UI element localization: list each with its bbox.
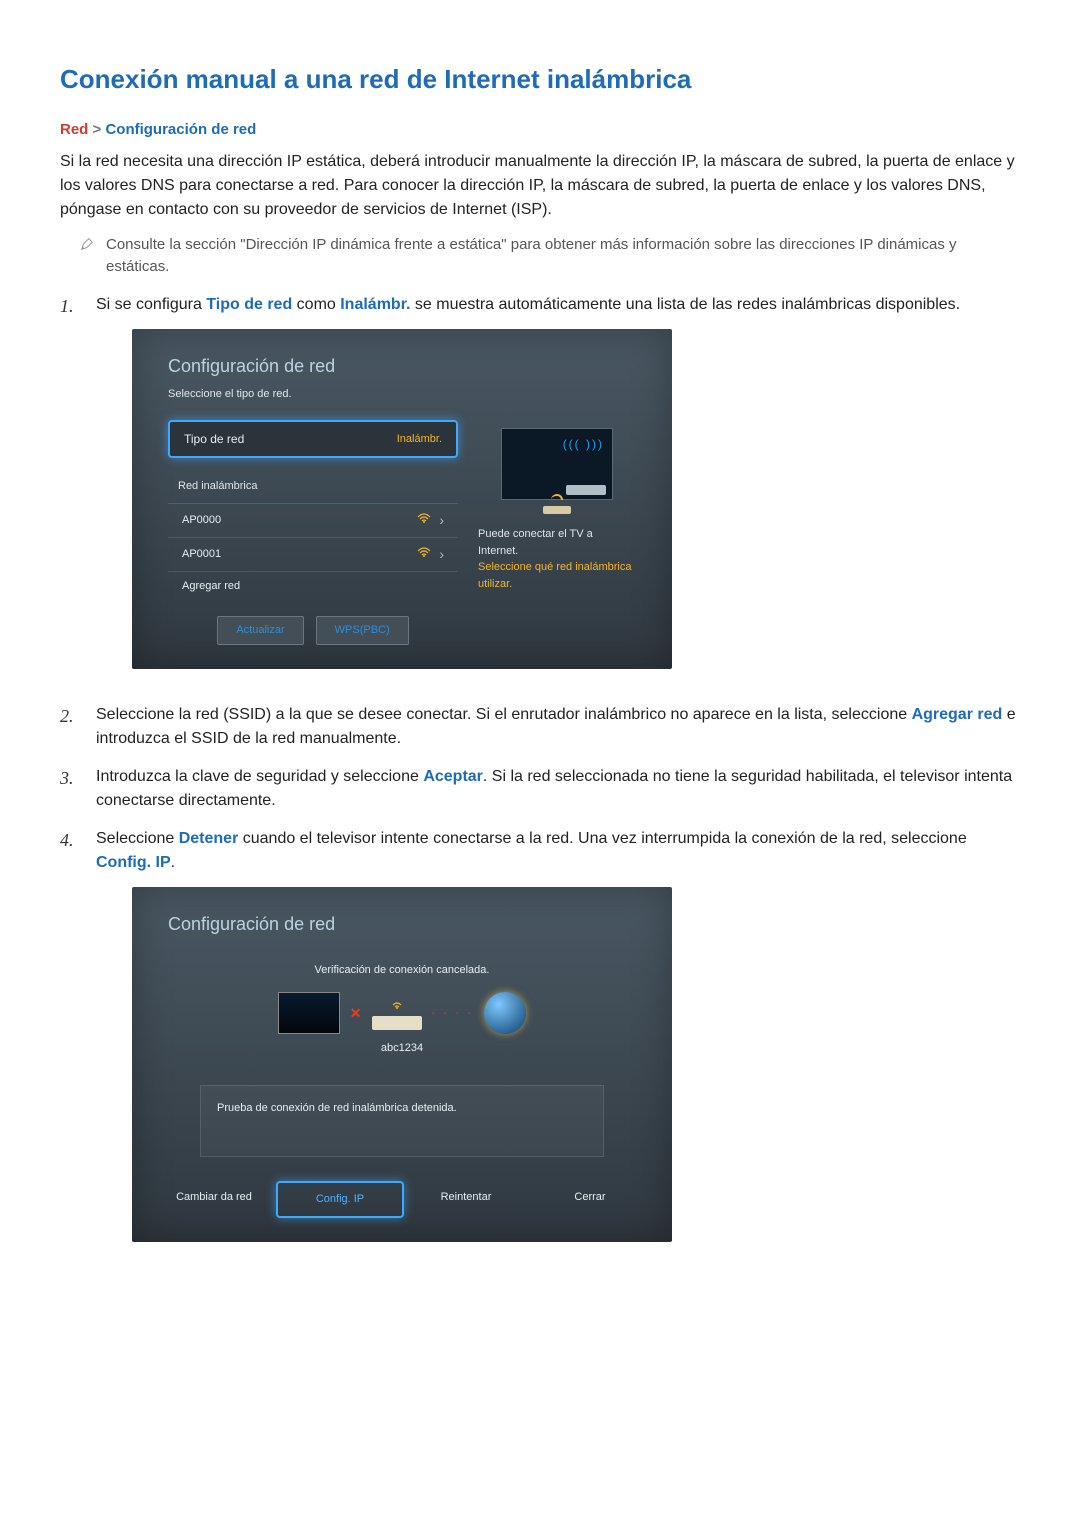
ssid-label: abc1234 — [168, 1040, 636, 1057]
step-2: Seleccione la red (SSID) a la que se des… — [60, 703, 1020, 751]
network-item-ap0001[interactable]: AP0001 › — [168, 537, 458, 571]
step-1: Si se configura Tipo de red como Inalámb… — [60, 293, 1020, 689]
step3-pre: Introduzca la clave de seguridad y selec… — [96, 768, 423, 785]
step1-bold1: Tipo de red — [206, 296, 292, 313]
step1-pre: Si se configura — [96, 296, 206, 313]
config-ip-button[interactable]: Config. IP — [276, 1181, 404, 1218]
network-name: AP0001 — [182, 546, 221, 563]
help-line-2b: utilizar. — [478, 576, 636, 593]
breadcrumb-sep: > — [93, 121, 102, 138]
signal-icon: ((( ))) — [563, 435, 604, 453]
step-4: Seleccione Detener cuando el televisor i… — [60, 827, 1020, 1262]
router-mini-icon — [566, 485, 606, 495]
panel1-sub: Seleccione el tipo de red. — [168, 386, 636, 403]
tv-icon — [278, 992, 340, 1034]
change-network-button[interactable]: Cambiar da red — [152, 1181, 276, 1218]
network-config-panel-1: Configuración de red Seleccione el tipo … — [132, 329, 672, 669]
note-row: Consulte la sección "Dirección IP dinámi… — [80, 234, 1020, 279]
x-fail-icon: ✕ — [350, 1003, 362, 1024]
note-text: Consulte la sección "Dirección IP dinámi… — [106, 234, 1020, 279]
help-line-2a: Seleccione qué red inalámbrica — [478, 559, 636, 576]
breadcrumb: Red > Configuración de red — [60, 119, 1020, 142]
wifi-icon — [417, 512, 431, 529]
add-network-row[interactable]: Agregar red — [168, 571, 458, 601]
retry-button[interactable]: Reintentar — [404, 1181, 528, 1218]
wifi-icon — [417, 546, 431, 563]
refresh-button[interactable]: Actualizar — [217, 616, 303, 645]
pencil-icon — [80, 237, 94, 251]
step2-bold: Agregar red — [912, 706, 1003, 723]
step3-bold: Aceptar — [423, 768, 483, 785]
router-icon — [372, 996, 422, 1030]
status-message-box: Prueba de conexión de red inalámbrica de… — [200, 1085, 604, 1158]
step-3: Introduzca la clave de seguridad y selec… — [60, 765, 1020, 813]
tv-device-illustration: ((( ))) — [501, 428, 613, 500]
breadcrumb-config: Configuración de red — [105, 121, 256, 138]
step4-bold1: Detener — [179, 830, 239, 847]
wifi-antenna-icon — [390, 996, 404, 1014]
panel1-title: Configuración de red — [168, 353, 636, 380]
network-name: AP0000 — [182, 512, 221, 529]
network-item-ap0000[interactable]: AP0000 › — [168, 503, 458, 537]
panel2-title: Configuración de red — [168, 911, 636, 938]
wireless-section-label: Red inalámbrica — [168, 474, 458, 503]
step4-bold2: Config. IP — [96, 854, 171, 871]
step1-post: se muestra automáticamente una lista de … — [410, 296, 960, 313]
step2-pre: Seleccione la red (SSID) a la que se des… — [96, 706, 912, 723]
network-config-panel-2: Configuración de red Verificación de con… — [132, 887, 672, 1242]
add-network-label: Agregar red — [182, 578, 240, 595]
network-type-label: Tipo de red — [184, 430, 244, 448]
network-type-value: Inalámbr. — [397, 431, 442, 448]
step4-pre: Seleccione — [96, 830, 179, 847]
breadcrumb-red: Red — [60, 121, 88, 138]
network-type-field[interactable]: Tipo de red Inalámbr. — [168, 420, 458, 458]
help-line-1: Puede conectar el TV a Internet. — [478, 526, 636, 559]
globe-icon — [484, 992, 526, 1034]
connection-diagram: ✕ - - - - — [168, 992, 636, 1034]
chevron-right-icon: › — [439, 510, 444, 531]
step4-post: . — [171, 854, 175, 871]
page-title: Conexión manual a una red de Internet in… — [60, 60, 1020, 99]
connection-dots: - - - - — [432, 1006, 475, 1021]
close-button[interactable]: Cerrar — [528, 1181, 652, 1218]
step1-mid: como — [292, 296, 340, 313]
router-standalone-icon — [543, 506, 571, 514]
panel2-status: Verificación de conexión cancelada. — [168, 962, 636, 979]
chevron-right-icon: › — [439, 544, 444, 565]
intro-paragraph: Si la red necesita una dirección IP está… — [60, 150, 1020, 222]
step4-mid: cuando el televisor intente conectarse a… — [238, 830, 966, 847]
step1-bold2: Inalámbr. — [340, 296, 410, 313]
wps-button[interactable]: WPS(PBC) — [316, 616, 409, 645]
